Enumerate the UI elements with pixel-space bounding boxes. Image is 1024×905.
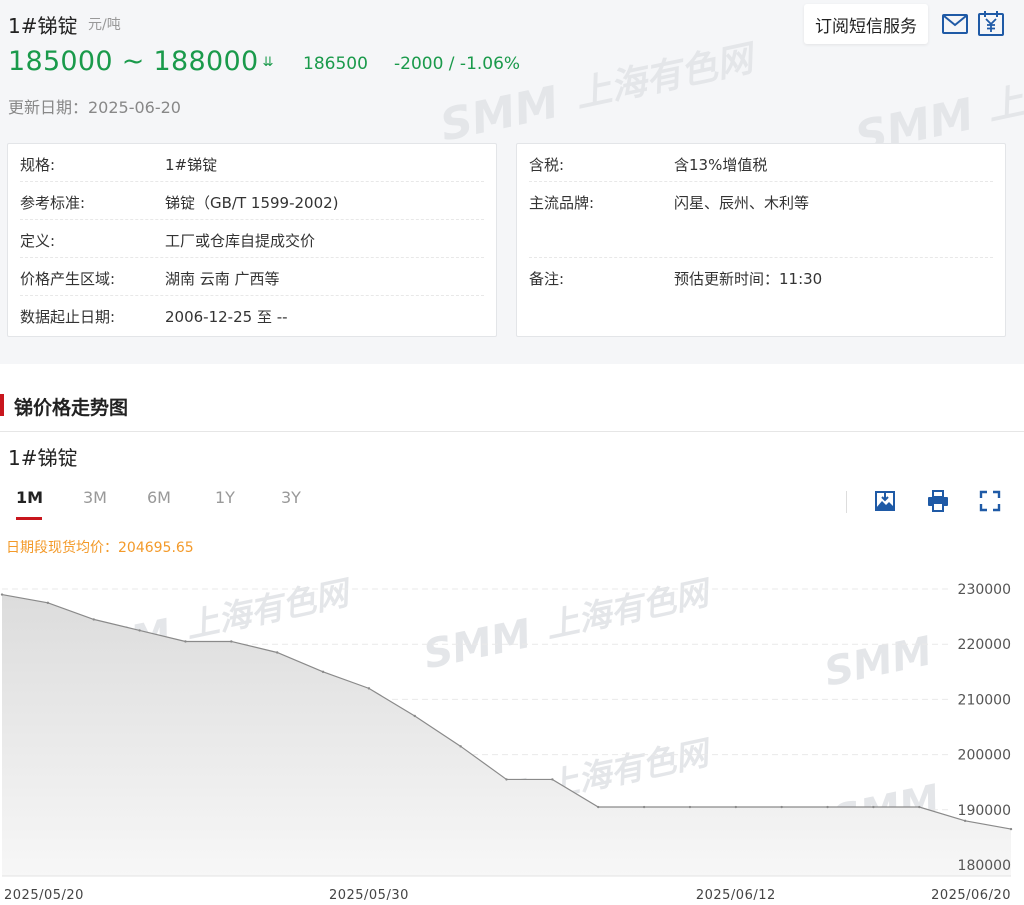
spec-key: 规格: xyxy=(20,156,56,174)
spec-value: 1#锑锭 xyxy=(165,156,218,174)
data-point xyxy=(230,640,233,643)
spec-key: 定义: xyxy=(20,232,56,250)
data-point xyxy=(413,714,416,718)
y-tick-label: 230000 xyxy=(958,582,1011,598)
watermark-cn: 上海有色网 xyxy=(182,572,356,645)
spec-value: 工厂或仓库自提成交价 xyxy=(165,232,316,250)
y-tick-label: 220000 xyxy=(958,637,1011,653)
price-trend-chart: SMM上海有色网 SMM上海有色网 SMM SMM上海有色网 SMM 18000… xyxy=(0,572,1013,903)
data-point xyxy=(918,805,921,809)
data-point xyxy=(1009,827,1013,831)
y-tick-label: 200000 xyxy=(958,748,1011,764)
y-tick-label: 180000 xyxy=(958,858,1011,874)
spec-value: 锑锭（GB/T 1599-2002) xyxy=(165,194,339,212)
data-point xyxy=(0,593,4,596)
spec-row: 含税: 含13%增值税 xyxy=(529,144,993,182)
x-tick-label: 2025/05/30 xyxy=(329,888,409,903)
watermark-brand: SMM xyxy=(436,77,563,152)
tab-1y[interactable]: 1Y xyxy=(215,488,235,507)
watermark-cn: 上海有色网 xyxy=(572,37,761,116)
data-point xyxy=(138,629,141,632)
spec-panel-left: 规格: 1#锑锭 参考标准: 锑锭（GB/T 1599-2002) 定义: 工厂或仓库… xyxy=(7,143,497,337)
data-point xyxy=(780,805,783,809)
spec-key: 备注: xyxy=(529,270,565,288)
spec-key: 含税: xyxy=(529,156,565,174)
data-point xyxy=(92,618,95,621)
tab-1m[interactable]: 1M xyxy=(16,488,43,507)
spec-key: 参考标准: xyxy=(20,194,86,212)
fullscreen-icon[interactable] xyxy=(978,489,1002,513)
download-image-icon[interactable] xyxy=(873,489,897,513)
spec-value: 预估更新时间：11:30 xyxy=(674,270,823,288)
spec-row: 规格: 1#锑锭 xyxy=(20,144,484,182)
data-point xyxy=(184,640,187,643)
active-tab-underline xyxy=(16,517,42,520)
section-title: 锑价格走势图 xyxy=(14,397,129,419)
data-point xyxy=(872,805,875,809)
spec-key: 主流品牌: xyxy=(529,194,595,212)
watermark-cn: 上海有色网 xyxy=(984,50,1024,129)
data-point xyxy=(963,819,967,823)
spec-value: 闪星、辰州、木利等 xyxy=(674,194,810,212)
tab-6m[interactable]: 6M xyxy=(147,488,171,507)
spec-value: 含13%增值税 xyxy=(674,156,768,174)
spec-row: 备注: 预估更新时间：11:30 xyxy=(529,258,993,296)
data-point xyxy=(459,745,462,748)
print-icon[interactable] xyxy=(926,489,950,513)
data-point xyxy=(551,778,554,781)
data-point xyxy=(321,670,325,674)
data-point xyxy=(826,805,829,809)
spec-panel-right: 含税: 含13%增值税 主流品牌: 闪星、辰州、木利等 备注: 预估更新时间：11:3… xyxy=(516,143,1006,337)
x-tick-label: 2025/05/20 xyxy=(4,888,84,903)
y-tick-label: 210000 xyxy=(958,692,1011,708)
spec-value: 2006-12-25 至 -- xyxy=(165,308,288,326)
section-header: 锑价格走势图 xyxy=(0,380,1024,432)
watermark-cn: 上海有色网 xyxy=(542,572,716,645)
spec-value: 湖南 云南 广西等 xyxy=(165,270,280,288)
data-point xyxy=(597,805,600,809)
x-tick-label: 2025/06/12 xyxy=(696,888,776,903)
data-point xyxy=(367,687,371,690)
watermark-brand: SMM xyxy=(821,628,937,696)
spec-row: 参考标准: 锑锭（GB/T 1599-2002) xyxy=(20,182,484,220)
price-header-panel: 1#锑锭 元/吨 订阅短信服务 185000 ~ 188000 ⇊ 186500 … xyxy=(0,0,1024,364)
period-average-note: 日期段现货均价：204695.65 xyxy=(6,540,194,556)
y-tick-label: 190000 xyxy=(958,803,1011,819)
data-point xyxy=(505,778,508,781)
tab-3y[interactable]: 3Y xyxy=(281,488,301,507)
data-point xyxy=(734,805,738,809)
x-tick-label: 2025/06/20 xyxy=(931,888,1011,903)
spec-row: 定义: 工厂或仓库自提成交价 xyxy=(20,220,484,258)
spec-row: 数据起止日期: 2006-12-25 至 -- xyxy=(20,296,484,334)
toolbar-divider xyxy=(846,491,847,513)
spec-row: 主流品牌: 闪星、辰州、木利等 xyxy=(529,182,993,258)
spec-key: 价格产生区域: xyxy=(20,270,116,288)
chart-title: 1#锑锭 xyxy=(8,446,78,470)
data-point xyxy=(688,805,692,809)
data-point xyxy=(275,651,279,654)
tab-3m[interactable]: 3M xyxy=(83,488,107,507)
spec-key: 数据起止日期: xyxy=(20,308,116,326)
data-point xyxy=(642,805,646,809)
section-accent-bar xyxy=(0,394,4,416)
spec-row: 价格产生区域: 湖南 云南 广西等 xyxy=(20,258,484,296)
data-point xyxy=(46,601,50,605)
